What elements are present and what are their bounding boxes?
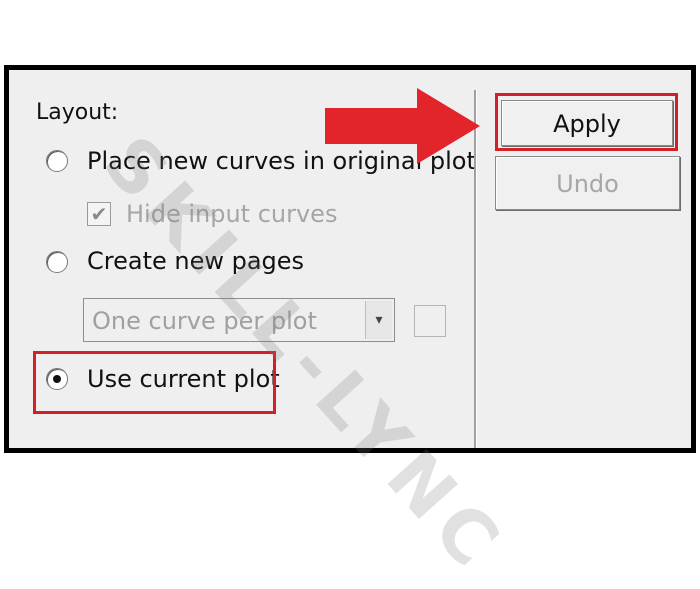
hide-input-curves-checkbox[interactable]: ✔ bbox=[87, 202, 111, 226]
curve-per-plot-dropdown[interactable]: One curve per plot ▾ bbox=[83, 298, 395, 342]
place-new-curves-radio[interactable] bbox=[46, 150, 68, 172]
pointer-arrow-icon bbox=[325, 88, 480, 164]
radio-selected-dot bbox=[53, 375, 61, 383]
hide-input-curves-label: Hide input curves bbox=[126, 200, 338, 228]
create-new-pages-radio[interactable] bbox=[46, 251, 68, 273]
use-current-plot-label[interactable]: Use current plot bbox=[87, 365, 280, 393]
dropdown-extra-box[interactable] bbox=[414, 305, 446, 337]
create-new-pages-label[interactable]: Create new pages bbox=[87, 247, 304, 275]
layout-heading: Layout: bbox=[36, 100, 119, 125]
use-current-plot-radio[interactable] bbox=[46, 368, 68, 390]
dropdown-value: One curve per plot bbox=[92, 307, 317, 335]
undo-button[interactable]: Undo bbox=[495, 156, 680, 210]
apply-button[interactable]: Apply bbox=[501, 100, 673, 146]
chevron-down-icon[interactable]: ▾ bbox=[365, 301, 392, 339]
layout-panel: Layout: Place new curves in original plo… bbox=[4, 65, 696, 453]
